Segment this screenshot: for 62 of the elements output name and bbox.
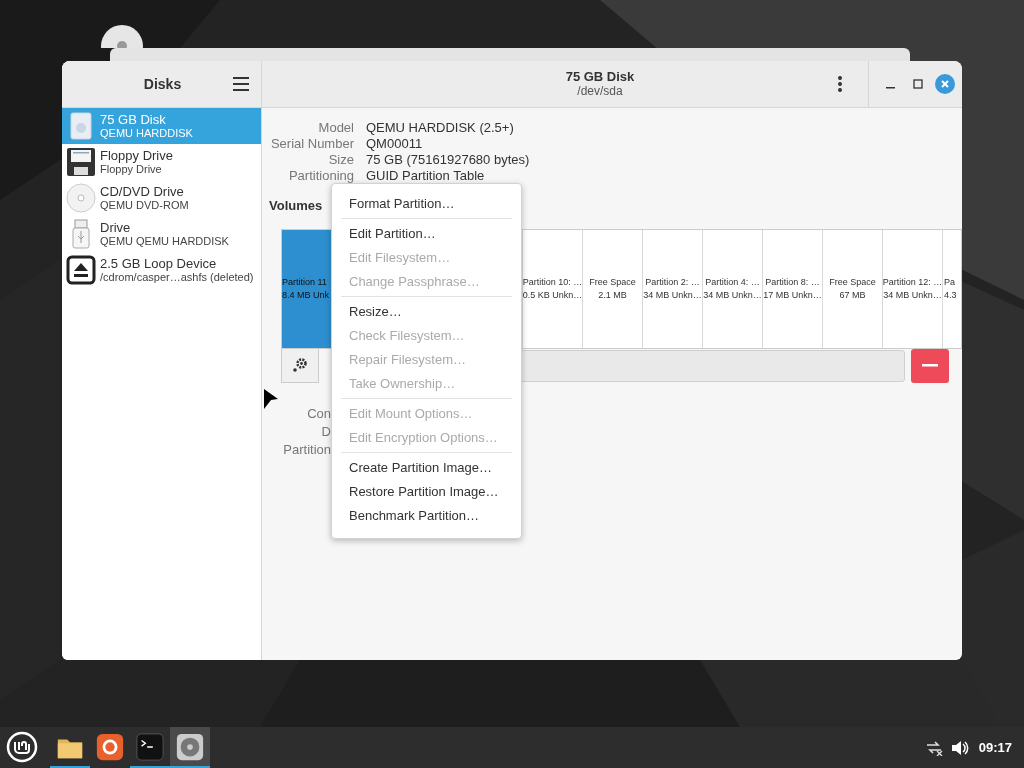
drive-item[interactable]: CD/DVD Drive QEMU DVD-ROM [62, 180, 261, 216]
clock[interactable]: 09:17 [978, 737, 1012, 758]
drive-name: Drive [100, 220, 132, 236]
gear-icon [292, 357, 308, 373]
menu-item[interactable]: Restore Partition Image… [341, 480, 512, 504]
delete-button[interactable] [911, 348, 949, 383]
field-label: Con [307, 404, 331, 423]
field-label: Model [317, 120, 354, 136]
drive-item[interactable]: 2.5 GB Loop Device /cdrom/casper…ashfs (deleted) [62, 252, 261, 288]
close-icon [940, 79, 950, 89]
drive-detail: QEMU HARDDISK [100, 127, 193, 140]
partition-segment[interactable]: Pa 4.3 [943, 229, 959, 348]
drive-name: Floppy Drive [100, 148, 173, 164]
partition-segment[interactable]: Partition 10: … 0.5 KB Unkn… [523, 229, 583, 348]
maximize-icon [913, 79, 923, 89]
partition-segment[interactable]: Partition 2: … 34 MB Unkn… [643, 229, 703, 348]
drive-detail: /cdrom/casper…ashfs (deleted) [100, 271, 254, 284]
drive-detail: QEMU QEMU HARDDISK [100, 235, 229, 248]
terminal-icon [135, 731, 165, 762]
partition-segment[interactable]: Partition 4: … 34 MB Unkn… [703, 229, 763, 348]
field-value: QM00011 [366, 136, 424, 152]
drive-detail: QEMU DVD-ROM [100, 199, 189, 212]
sidebar-title: Disks [142, 74, 183, 94]
drive-name: CD/DVD Drive [100, 184, 185, 200]
field-label: D [321, 422, 331, 441]
partition-segment[interactable]: Free Space 67 MB [823, 229, 883, 348]
field-value: GUID Partition Table [366, 168, 486, 184]
field-value: QEMU HARDDISK (2.5+) [366, 120, 515, 136]
close-button[interactable] [935, 74, 955, 94]
minimize-icon [885, 87, 895, 89]
network-icon[interactable] [924, 739, 943, 756]
disc-icon [66, 183, 96, 213]
drive-item[interactable]: Floppy Drive Floppy Drive [62, 144, 261, 180]
browser-icon [95, 731, 125, 762]
menu-item[interactable]: Format Partition… [341, 192, 512, 216]
partition-segment[interactable]: Free Space 2.1 MB [583, 229, 643, 348]
floppy-icon [66, 147, 96, 177]
section-heading: Volumes [269, 197, 323, 215]
field-label: Partitioning [287, 168, 354, 184]
menu-item[interactable]: Resize… [341, 300, 512, 324]
window-title: 75 GB Disk [565, 68, 635, 84]
field-value: 75 GB (75161927680 bytes) [366, 152, 530, 168]
menu-item[interactable]: Edit Partition… [341, 222, 512, 246]
volume-icon[interactable] [950, 739, 969, 756]
field-label: Serial Number [269, 136, 354, 152]
field-label: Partition [283, 440, 331, 459]
eject-icon [66, 255, 96, 285]
menu-item[interactable]: Create Partition Image… [341, 456, 512, 480]
drive-name: 2.5 GB Loop Device [100, 256, 218, 272]
menu-icon[interactable] [233, 77, 249, 91]
window-subtitle: /dev/sda [576, 84, 624, 99]
field-label: Size [327, 152, 354, 168]
more-options-icon [837, 75, 843, 93]
partition-segment[interactable]: Partition 12: … 34 MB Unkn… [883, 229, 943, 348]
partition-segment[interactable]: Partition 8: … 17 MB Unkn… [763, 229, 823, 348]
drive-name: 75 GB Disk [100, 112, 167, 128]
menu-item[interactable]: Benchmark Partition… [341, 504, 512, 528]
partition-segment[interactable]: Partition 11 8.4 MB Unk [282, 229, 332, 348]
drive-detail: Floppy Drive [100, 163, 163, 176]
drive-item[interactable]: Drive QEMU QEMU HARDDISK [62, 216, 261, 252]
minus-icon [922, 363, 938, 368]
settings-button[interactable] [281, 348, 319, 383]
